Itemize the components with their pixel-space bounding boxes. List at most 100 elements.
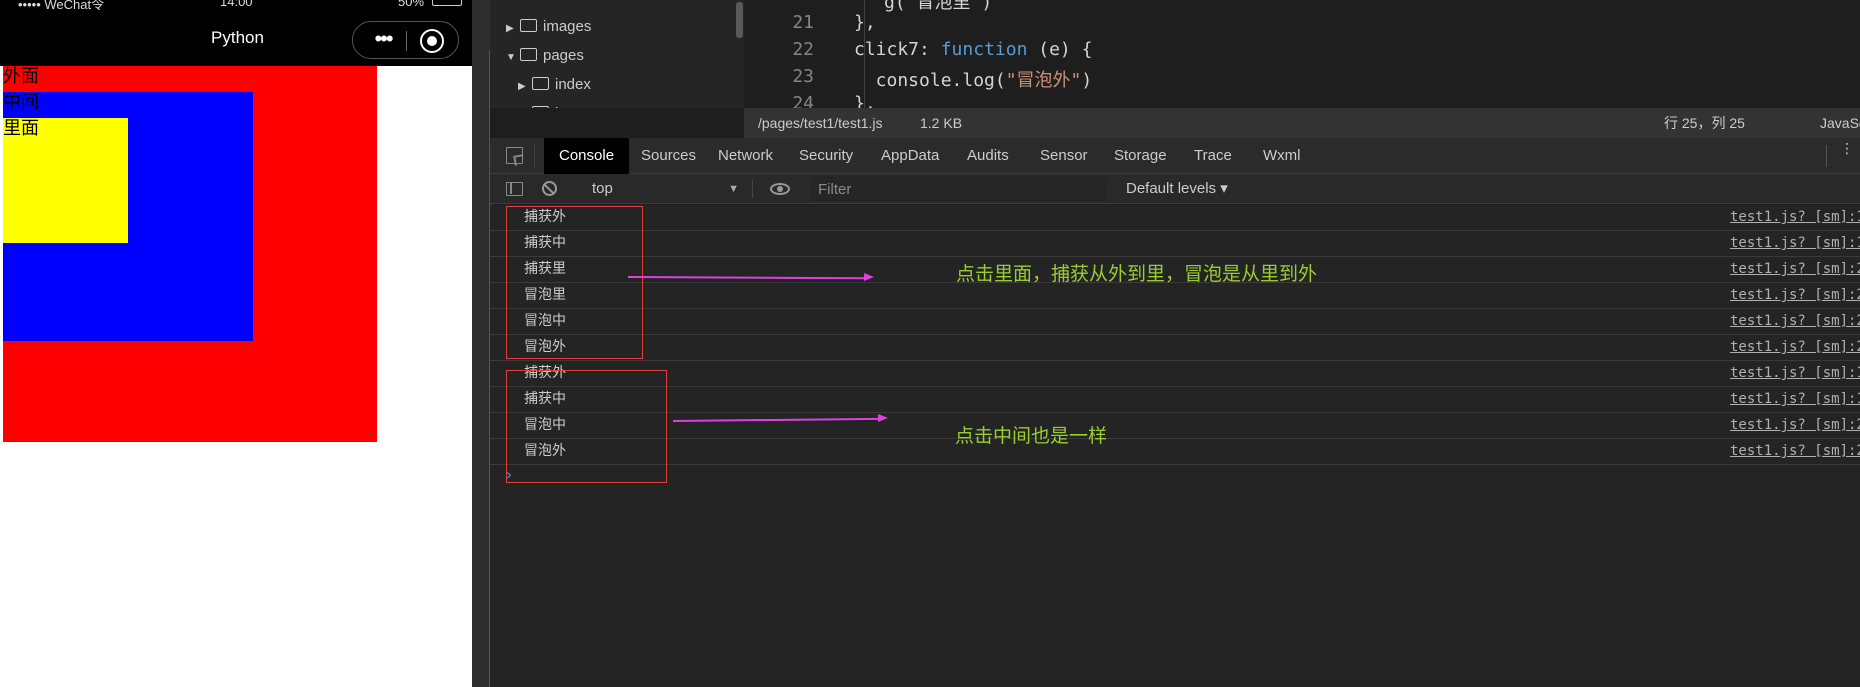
context-value: top [592,180,613,197]
log-source-link[interactable]: test1.js? [sm]:20 [1730,283,1860,307]
tab-wxml[interactable]: Wxml [1248,138,1316,174]
code-line: }, [854,12,876,33]
menu-capsule: ••• [352,21,459,59]
log-row: 冒泡中 test1.js? [sm]:20 [490,309,1860,335]
tab-divider [534,145,535,167]
tab-storage[interactable]: Storage [1099,138,1182,174]
collapsed-arrow-icon: ▶ [518,103,532,108]
line-number: 23 [792,66,814,87]
code-line: g("冒泡里") [884,0,993,13]
live-expression-eye-icon[interactable] [770,183,790,195]
tree-item-images[interactable]: ▶ images [506,14,591,40]
code-line: }, [854,93,876,108]
log-source-link[interactable]: test1.js? [sm]:16 [1730,231,1860,255]
tree-item-index[interactable]: ▶ index [518,72,591,98]
filter-input[interactable] [812,177,1106,201]
tree-item-logs[interactable]: ▶ logs [518,101,583,108]
log-row: 捕获外 test1.js? [sm]:13 [490,361,1860,387]
log-row: 冒泡里 test1.js? [sm]:20 [490,283,1860,309]
simulator-scrollbar[interactable] [472,0,490,687]
colon-token: : [919,39,941,60]
tab-trace[interactable]: Trace [1179,138,1247,174]
outer-label: 外面 [3,66,39,87]
annotation-box-middle-click [506,370,667,483]
inner-box[interactable]: 里面 [3,118,128,243]
line-number: 22 [792,39,814,60]
middle-label: 中间 [3,92,39,113]
devtools-tab-bar: Console Sources Network Security AppData… [490,138,1860,174]
tab-appdata[interactable]: AppData [866,138,954,174]
dropdown-arrow-icon: ▼ [728,183,739,195]
annotation-note-1: 点击里面，捕获从外到里，冒泡是从里到外 [956,263,1318,285]
show-sidebar-icon[interactable] [506,182,523,196]
more-icon[interactable]: ••• [365,27,401,53]
tree-item-label: pages [543,47,584,64]
kebab-menu-icon[interactable]: ⋮ [1840,141,1854,167]
status-battery: 50% [398,0,425,9]
folder-icon [532,77,549,90]
middle-box[interactable]: 中间 里面 [3,92,253,341]
outer-box[interactable]: 外面 中间 里面 [3,66,377,442]
collapsed-arrow-icon: ▶ [518,81,526,92]
file-tree: ▶ images ▼ pages ▶ index ▶ logs [490,0,744,108]
capsule-divider [406,31,407,51]
code-editor[interactable]: g("冒泡里") 21 }, 22 click7: function (e) {… [744,0,1860,108]
close-token: ) [1081,70,1093,91]
tree-item-label: images [543,18,592,35]
code-line: click7: function (e) { [854,39,1092,60]
keyword-token: function [940,39,1028,60]
log-row: 捕获中 test1.js? [sm]:16 [490,231,1860,257]
log-source-link[interactable]: test1.js? [sm]:23 [1730,439,1860,463]
log-source-link[interactable]: test1.js? [sm]:13 [1730,361,1860,385]
tree-item-pages[interactable]: ▼ pages [506,43,584,69]
status-carrier: ••••• WeChat令 [18,0,105,10]
log-row: 捕获外 test1.js? [sm]:13 [490,205,1860,231]
log-row: 冒泡中 test1.js? [sm]:20 [490,413,1860,439]
annotation-arrowhead-2 [878,414,888,422]
string-token: "冒泡外" [1005,70,1082,91]
close-miniprogram-icon[interactable] [420,29,444,53]
language-mode[interactable]: JavaScript [1820,108,1860,138]
tab-sensor[interactable]: Sensor [1025,138,1103,174]
menu-divider [1826,145,1827,167]
collapsed-arrow-icon: ▶ [506,23,514,34]
tab-sources[interactable]: Sources [626,138,711,174]
editor-status-bar: /pages/test1/test1.js 1.2 KB 行 25，列 25 J… [744,108,1860,138]
log-row: 冒泡外 test1.js? [sm]:23 [490,335,1860,361]
tab-audits[interactable]: Audits [952,138,1024,174]
log-source-link[interactable]: test1.js? [sm]:23 [1730,335,1860,359]
annotation-box-inner-click [506,206,643,359]
annotation-arrowhead-1 [864,273,874,281]
file-path: /pages/test1/test1.js [758,115,883,131]
status-time: 14:00 [220,0,253,9]
battery-icon [432,0,462,6]
line-number: 24 [792,93,814,108]
folder-open-icon [520,48,537,61]
log-row: 捕获中 test1.js? [sm]:16 [490,387,1860,413]
console-toolbar: top ▼ Default levels ▾ [490,174,1860,204]
simulator-phone: ••••• WeChat令 14:00 50% Python ••• 外面 中间… [0,0,472,687]
tab-network[interactable]: Network [703,138,788,174]
log-source-link[interactable]: test1.js? [sm]:13 [1730,205,1860,229]
context-select[interactable]: top ▼ [580,177,745,201]
log-source-link[interactable]: test1.js? [sm]:20 [1730,257,1860,281]
inspect-element-icon[interactable] [506,147,523,164]
line-number: 21 [792,12,814,33]
log-levels-dropdown[interactable]: Default levels ▾ [1126,177,1228,201]
tree-item-label: index [555,76,591,93]
folder-icon [532,106,549,108]
tree-item-label: logs [555,105,583,108]
log-source-link[interactable]: test1.js? [sm]:20 [1730,309,1860,333]
cursor-position[interactable]: 行 25，列 25 [1664,108,1745,138]
navigation-bar: ••••• WeChat令 14:00 50% Python ••• [0,0,472,66]
inner-label: 里面 [3,118,39,139]
clear-console-icon[interactable] [542,181,557,196]
log-source-link[interactable]: test1.js? [sm]:16 [1730,387,1860,411]
params-token: (e) { [1027,39,1093,60]
code-line: console.log("冒泡外") [854,66,1093,92]
tab-console[interactable]: Console [544,138,630,174]
tree-scrollbar[interactable] [736,2,743,38]
log-row: 冒泡外 test1.js? [sm]:23 [490,439,1860,465]
tab-security[interactable]: Security [784,138,868,174]
log-source-link[interactable]: test1.js? [sm]:20 [1730,413,1860,437]
